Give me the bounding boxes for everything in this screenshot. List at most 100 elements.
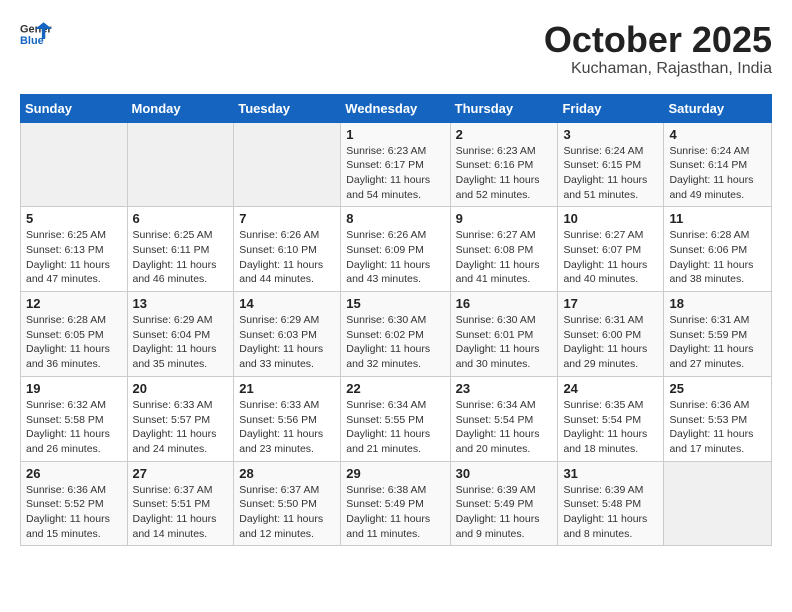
day-number: 26 (26, 466, 122, 481)
day-info: Sunrise: 6:38 AM Sunset: 5:49 PM Dayligh… (346, 483, 444, 542)
calendar-cell: 18 Sunrise: 6:31 AM Sunset: 5:59 PM Dayli… (664, 292, 772, 377)
calendar-cell: 6Sunrise: 6:25 AM Sunset: 6:11 PM Daylig… (127, 207, 234, 292)
calendar-cell: 12Sunrise: 6:28 AM Sunset: 6:05 PM Dayli… (21, 292, 128, 377)
day-number: 13 (133, 296, 229, 311)
calendar-cell: 10Sunrise: 6:27 AM Sunset: 6:07 PM Dayli… (558, 207, 664, 292)
calendar-cell: 30 Sunrise: 6:39 AM Sunset: 5:49 PM Dayli… (450, 461, 558, 546)
day-info: Sunrise: 6:28 AM Sunset: 6:05 PM Dayligh… (26, 313, 122, 372)
day-info: Sunrise: 6:39 AM Sunset: 5:49 PM Dayligh… (456, 483, 553, 542)
day-number: 21 (239, 381, 335, 396)
day-info: Sunrise: 6:36 AM Sunset: 5:52 PM Dayligh… (26, 483, 122, 542)
calendar-body: 1 Sunrise: 6:23 AM Sunset: 6:17 PM Daylig… (21, 122, 772, 546)
calendar-week-row: 1 Sunrise: 6:23 AM Sunset: 6:17 PM Daylig… (21, 122, 772, 207)
day-number: 19 (26, 381, 122, 396)
calendar-cell: 29 Sunrise: 6:38 AM Sunset: 5:49 PM Dayli… (341, 461, 450, 546)
day-info: Sunrise: 6:24 AM Sunset: 6:15 PM Dayligh… (563, 144, 658, 203)
day-number: 23 (456, 381, 553, 396)
calendar-cell: 4 Sunrise: 6:24 AM Sunset: 6:14 PM Daylig… (664, 122, 772, 207)
day-info: Sunrise: 6:25 AM Sunset: 6:13 PM Dayligh… (26, 228, 122, 287)
day-info: Sunrise: 6:35 AM Sunset: 5:54 PM Dayligh… (563, 398, 658, 457)
weekday-header: Wednesday (341, 94, 450, 122)
day-number: 25 (669, 381, 766, 396)
calendar-cell: 15 Sunrise: 6:30 AM Sunset: 6:02 PM Dayli… (341, 292, 450, 377)
weekday-header: Monday (127, 94, 234, 122)
day-info: Sunrise: 6:26 AM Sunset: 6:09 PM Dayligh… (346, 228, 444, 287)
day-info: Sunrise: 6:39 AM Sunset: 5:48 PM Dayligh… (563, 483, 658, 542)
calendar-table: SundayMondayTuesdayWednesdayThursdayFrid… (20, 94, 772, 547)
day-info: Sunrise: 6:26 AM Sunset: 6:10 PM Dayligh… (239, 228, 335, 287)
calendar-week-row: 26 Sunrise: 6:36 AM Sunset: 5:52 PM Dayli… (21, 461, 772, 546)
day-info: Sunrise: 6:29 AM Sunset: 6:04 PM Dayligh… (133, 313, 229, 372)
calendar-cell: 31Sunrise: 6:39 AM Sunset: 5:48 PM Dayli… (558, 461, 664, 546)
day-number: 14 (239, 296, 335, 311)
day-info: Sunrise: 6:30 AM Sunset: 6:01 PM Dayligh… (456, 313, 553, 372)
calendar-cell (664, 461, 772, 546)
day-info: Sunrise: 6:24 AM Sunset: 6:14 PM Dayligh… (669, 144, 766, 203)
day-info: Sunrise: 6:37 AM Sunset: 5:50 PM Dayligh… (239, 483, 335, 542)
day-number: 11 (669, 211, 766, 226)
day-number: 28 (239, 466, 335, 481)
calendar-cell: 14Sunrise: 6:29 AM Sunset: 6:03 PM Dayli… (234, 292, 341, 377)
day-info: Sunrise: 6:36 AM Sunset: 5:53 PM Dayligh… (669, 398, 766, 457)
calendar-cell: 22Sunrise: 6:34 AM Sunset: 5:55 PM Dayli… (341, 376, 450, 461)
logo-icon: General Blue (20, 20, 52, 48)
day-number: 2 (456, 127, 553, 142)
calendar-cell: 3 Sunrise: 6:24 AM Sunset: 6:15 PM Daylig… (558, 122, 664, 207)
location-subtitle: Kuchaman, Rajasthan, India (544, 60, 772, 78)
calendar-cell: 9 Sunrise: 6:27 AM Sunset: 6:08 PM Daylig… (450, 207, 558, 292)
day-number: 4 (669, 127, 766, 142)
weekday-header: Friday (558, 94, 664, 122)
calendar-cell: 20 Sunrise: 6:33 AM Sunset: 5:57 PM Dayli… (127, 376, 234, 461)
day-info: Sunrise: 6:23 AM Sunset: 6:17 PM Dayligh… (346, 144, 444, 203)
day-number: 15 (346, 296, 444, 311)
day-number: 18 (669, 296, 766, 311)
calendar-cell: 25 Sunrise: 6:36 AM Sunset: 5:53 PM Dayli… (664, 376, 772, 461)
calendar-cell: 1 Sunrise: 6:23 AM Sunset: 6:17 PM Daylig… (341, 122, 450, 207)
calendar-cell: 16 Sunrise: 6:30 AM Sunset: 6:01 PM Dayli… (450, 292, 558, 377)
day-number: 29 (346, 466, 444, 481)
day-number: 20 (133, 381, 229, 396)
calendar-cell: 2 Sunrise: 6:23 AM Sunset: 6:16 PM Daylig… (450, 122, 558, 207)
calendar-cell: 19 Sunrise: 6:32 AM Sunset: 5:58 PM Dayli… (21, 376, 128, 461)
calendar-cell: 24 Sunrise: 6:35 AM Sunset: 5:54 PM Dayli… (558, 376, 664, 461)
day-info: Sunrise: 6:31 AM Sunset: 5:59 PM Dayligh… (669, 313, 766, 372)
day-info: Sunrise: 6:33 AM Sunset: 5:56 PM Dayligh… (239, 398, 335, 457)
calendar-cell: 26 Sunrise: 6:36 AM Sunset: 5:52 PM Dayli… (21, 461, 128, 546)
day-info: Sunrise: 6:27 AM Sunset: 6:08 PM Dayligh… (456, 228, 553, 287)
day-info: Sunrise: 6:28 AM Sunset: 6:06 PM Dayligh… (669, 228, 766, 287)
day-info: Sunrise: 6:25 AM Sunset: 6:11 PM Dayligh… (133, 228, 229, 287)
svg-text:Blue: Blue (20, 35, 44, 47)
day-info: Sunrise: 6:32 AM Sunset: 5:58 PM Dayligh… (26, 398, 122, 457)
day-number: 5 (26, 211, 122, 226)
day-number: 1 (346, 127, 444, 142)
title-area: October 2025 Kuchaman, Rajasthan, India (544, 20, 772, 78)
day-number: 9 (456, 211, 553, 226)
day-info: Sunrise: 6:33 AM Sunset: 5:57 PM Dayligh… (133, 398, 229, 457)
day-number: 30 (456, 466, 553, 481)
day-info: Sunrise: 6:30 AM Sunset: 6:02 PM Dayligh… (346, 313, 444, 372)
calendar-cell: 8Sunrise: 6:26 AM Sunset: 6:09 PM Daylig… (341, 207, 450, 292)
day-info: Sunrise: 6:31 AM Sunset: 6:00 PM Dayligh… (563, 313, 658, 372)
header: General Blue October 2025 Kuchaman, Raja… (20, 20, 772, 78)
weekday-header-row: SundayMondayTuesdayWednesdayThursdayFrid… (21, 94, 772, 122)
day-number: 24 (563, 381, 658, 396)
calendar-cell: 13 Sunrise: 6:29 AM Sunset: 6:04 PM Dayli… (127, 292, 234, 377)
day-number: 3 (563, 127, 658, 142)
logo: General Blue (20, 20, 52, 48)
calendar-cell: 27 Sunrise: 6:37 AM Sunset: 5:51 PM Dayli… (127, 461, 234, 546)
calendar-cell: 21 Sunrise: 6:33 AM Sunset: 5:56 PM Dayli… (234, 376, 341, 461)
weekday-header: Tuesday (234, 94, 341, 122)
day-number: 16 (456, 296, 553, 311)
calendar-cell: 11 Sunrise: 6:28 AM Sunset: 6:06 PM Dayli… (664, 207, 772, 292)
day-info: Sunrise: 6:23 AM Sunset: 6:16 PM Dayligh… (456, 144, 553, 203)
day-number: 22 (346, 381, 444, 396)
day-number: 10 (563, 211, 658, 226)
weekday-header: Thursday (450, 94, 558, 122)
calendar-cell (21, 122, 128, 207)
day-number: 17 (563, 296, 658, 311)
calendar-cell: 28 Sunrise: 6:37 AM Sunset: 5:50 PM Dayli… (234, 461, 341, 546)
calendar-week-row: 19 Sunrise: 6:32 AM Sunset: 5:58 PM Dayli… (21, 376, 772, 461)
month-title: October 2025 (544, 20, 772, 60)
day-number: 27 (133, 466, 229, 481)
day-info: Sunrise: 6:37 AM Sunset: 5:51 PM Dayligh… (133, 483, 229, 542)
